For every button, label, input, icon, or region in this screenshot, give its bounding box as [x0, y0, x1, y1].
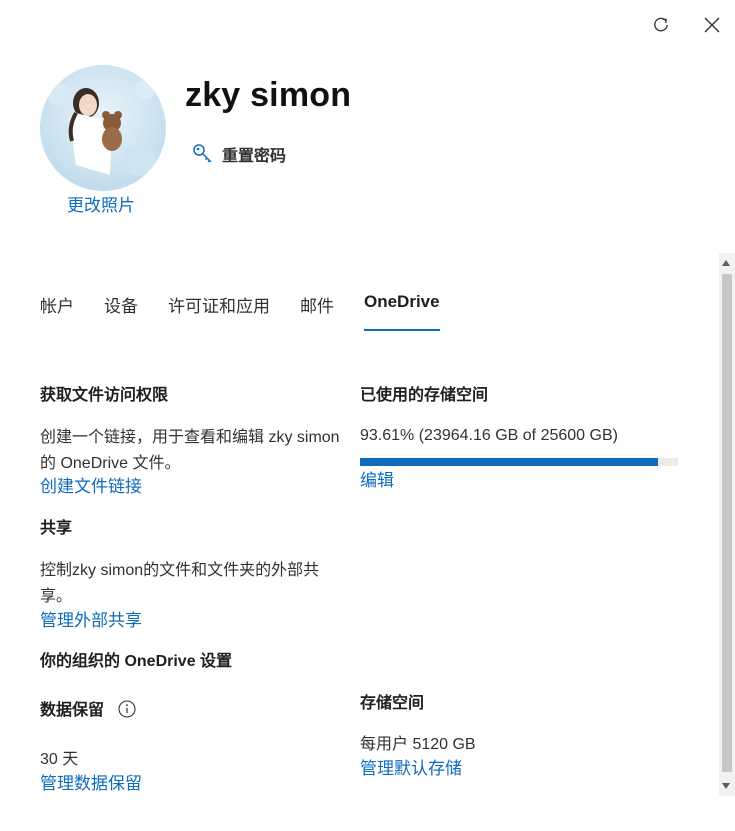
- retention-heading-row: 数据保留: [40, 699, 137, 723]
- tab-licenses-apps[interactable]: 许可证和应用: [168, 290, 270, 331]
- scroll-up-icon[interactable]: [722, 260, 730, 266]
- reset-password-button[interactable]: 重置密码: [192, 142, 286, 166]
- key-icon: [193, 144, 212, 163]
- info-icon[interactable]: [118, 700, 137, 718]
- manage-retention-link[interactable]: 管理数据保留: [40, 772, 142, 796]
- retention-value: 30 天: [40, 751, 79, 768]
- refresh-button[interactable]: [646, 10, 676, 40]
- user-name: zky simon: [185, 76, 352, 114]
- retention-heading: 数据保留: [40, 702, 105, 719]
- tab-mail[interactable]: 邮件: [300, 290, 334, 331]
- close-icon: [704, 17, 720, 33]
- refresh-icon: [654, 17, 668, 32]
- scroll-down-icon[interactable]: [722, 783, 730, 789]
- manage-default-storage-link[interactable]: 管理默认存储: [360, 757, 462, 781]
- change-photo-link[interactable]: 更改照片: [67, 191, 135, 216]
- sharing-heading: 共享: [40, 520, 73, 537]
- storage-used-heading: 已使用的存储空间: [360, 387, 489, 404]
- tab-onedrive[interactable]: OneDrive: [364, 290, 440, 331]
- vertical-scrollbar[interactable]: [719, 253, 735, 796]
- org-settings-heading: 你的组织的 OneDrive 设置: [40, 653, 233, 670]
- file-access-description: 创建一个链接，用于查看和编辑 zky simon 的 OneDrive 文件。: [40, 429, 340, 472]
- tab-devices[interactable]: 设备: [104, 290, 138, 331]
- avatar: [40, 65, 166, 191]
- avatar-photo: [40, 65, 166, 191]
- storage-progress-fill: [360, 458, 658, 466]
- storage-space-text: 每用户 5120 GB: [360, 736, 476, 753]
- storage-progress-bar: [360, 458, 678, 466]
- sharing-description: 控制zky simon的文件和文件夹的外部共享。: [40, 562, 320, 605]
- file-access-heading: 获取文件访问权限: [40, 387, 169, 404]
- edit-storage-link[interactable]: 编辑: [360, 469, 394, 493]
- scroll-thumb[interactable]: [722, 274, 732, 772]
- close-button[interactable]: [697, 10, 727, 40]
- tab-bar: 帐户 设备 许可证和应用 邮件 OneDrive: [40, 290, 440, 331]
- create-file-link[interactable]: 创建文件链接: [40, 475, 142, 499]
- reset-password-label: 重置密码: [222, 148, 287, 165]
- storage-space-heading: 存储空间: [360, 695, 425, 712]
- manage-external-sharing-link[interactable]: 管理外部共享: [40, 609, 142, 633]
- storage-used-text: 93.61% (23964.16 GB of 25600 GB): [360, 427, 618, 444]
- tab-account[interactable]: 帐户: [40, 290, 74, 331]
